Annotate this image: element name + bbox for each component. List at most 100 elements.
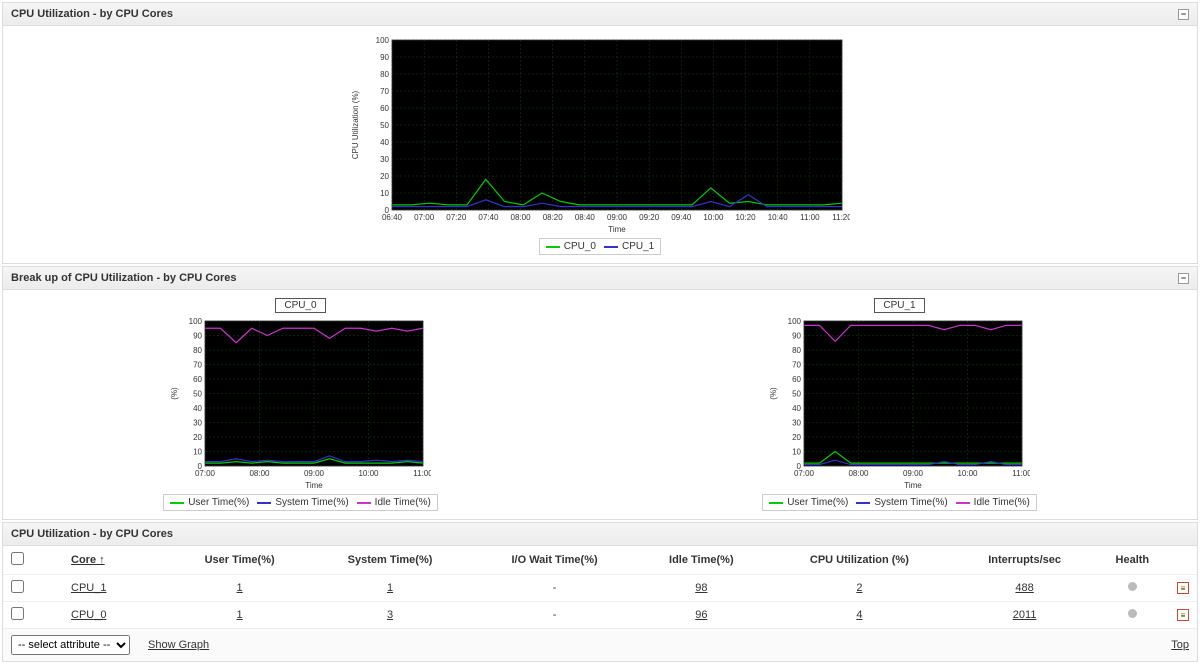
svg-text:09:00: 09:00 <box>607 213 628 222</box>
svg-text:11:00: 11:00 <box>1012 469 1030 478</box>
svg-text:09:00: 09:00 <box>303 469 324 478</box>
user-value[interactable]: 1 <box>237 582 243 594</box>
legend-cpu0: CPU_0 <box>564 241 596 252</box>
svg-text:09:40: 09:40 <box>671 213 692 222</box>
panel-breakup: Break up of CPU Utilization - by CPU Cor… <box>2 266 1198 520</box>
header-user: User Time(%) <box>171 546 308 575</box>
svg-text:08:00: 08:00 <box>249 469 270 478</box>
header-intr: Interrupts/sec <box>954 546 1096 575</box>
user-value[interactable]: 1 <box>237 609 243 621</box>
svg-text:11:20: 11:20 <box>832 213 850 222</box>
legend-cpu1: CPU_1 <box>622 241 654 252</box>
svg-text:20: 20 <box>380 172 389 181</box>
svg-text:10:00: 10:00 <box>957 469 978 478</box>
svg-text:70: 70 <box>380 87 389 96</box>
svg-text:30: 30 <box>792 419 801 428</box>
svg-text:40: 40 <box>193 404 202 413</box>
svg-text:20: 20 <box>193 433 202 442</box>
header-core[interactable]: Core ↑ <box>71 554 105 566</box>
svg-text:09:00: 09:00 <box>902 469 923 478</box>
panel-title: CPU Utilization - by CPU Cores <box>11 528 173 540</box>
svg-text:07:40: 07:40 <box>478 213 499 222</box>
util-value[interactable]: 4 <box>856 609 862 621</box>
svg-text:10:40: 10:40 <box>768 213 789 222</box>
svg-text:30: 30 <box>380 155 389 164</box>
show-graph-link[interactable]: Show Graph <box>148 639 209 651</box>
svg-text:90: 90 <box>792 332 801 341</box>
row-checkbox[interactable] <box>11 607 24 620</box>
collapse-icon[interactable]: − <box>1178 273 1189 284</box>
svg-text:10: 10 <box>792 448 801 457</box>
svg-text:90: 90 <box>380 53 389 62</box>
top-link[interactable]: Top <box>1171 639 1189 651</box>
svg-text:(%): (%) <box>770 387 778 400</box>
svg-text:20: 20 <box>792 433 801 442</box>
svg-text:11:00: 11:00 <box>800 213 820 222</box>
idle-value[interactable]: 98 <box>695 582 707 594</box>
intr-value[interactable]: 488 <box>1015 582 1033 594</box>
cpu-table: Core ↑ User Time(%) System Time(%) I/O W… <box>3 546 1197 628</box>
legend-cpu0-detail: User Time(%) System Time(%) Idle Time(%) <box>163 494 438 511</box>
svg-text:07:20: 07:20 <box>446 213 467 222</box>
core-link[interactable]: CPU_0 <box>71 609 106 621</box>
svg-text:100: 100 <box>376 36 390 45</box>
svg-text:08:20: 08:20 <box>543 213 564 222</box>
svg-text:08:40: 08:40 <box>575 213 596 222</box>
chart-main: 010203040506070809010006:4007:0007:2007:… <box>350 34 850 234</box>
panel-title: Break up of CPU Utilization - by CPU Cor… <box>11 272 237 284</box>
header-util: CPU Utilization (%) <box>765 546 953 575</box>
select-all-checkbox[interactable] <box>11 552 24 565</box>
svg-text:100: 100 <box>787 317 801 326</box>
svg-text:30: 30 <box>193 419 202 428</box>
svg-text:40: 40 <box>792 404 801 413</box>
idle-value[interactable]: 96 <box>695 609 707 621</box>
svg-text:CPU Utilization (%): CPU Utilization (%) <box>351 90 360 159</box>
header-health: Health <box>1096 546 1169 575</box>
legend-cpu1-detail: User Time(%) System Time(%) Idle Time(%) <box>762 494 1037 511</box>
svg-text:Time: Time <box>305 481 323 490</box>
health-dot <box>1128 582 1137 591</box>
system-value[interactable]: 3 <box>387 609 393 621</box>
svg-text:70: 70 <box>792 361 801 370</box>
svg-text:50: 50 <box>792 390 801 399</box>
util-value[interactable]: 2 <box>856 582 862 594</box>
health-dot <box>1128 609 1137 618</box>
header-iowait: I/O Wait Time(%) <box>472 546 638 575</box>
svg-text:50: 50 <box>380 121 389 130</box>
legend-main: CPU_0 CPU_1 <box>539 238 662 255</box>
svg-text:60: 60 <box>792 375 801 384</box>
svg-text:60: 60 <box>380 104 389 113</box>
svg-text:06:40: 06:40 <box>382 213 403 222</box>
svg-text:10: 10 <box>380 189 389 198</box>
row-action-icon[interactable]: ≡ <box>1177 609 1189 621</box>
core-link[interactable]: CPU_1 <box>71 582 106 594</box>
svg-text:07:00: 07:00 <box>793 469 814 478</box>
svg-text:60: 60 <box>193 375 202 384</box>
panel-table: CPU Utilization - by CPU Cores Core ↑ Us… <box>2 522 1198 662</box>
table-row: CPU_1 1 1 - 98 2 488 ≡ <box>3 575 1197 602</box>
svg-text:90: 90 <box>193 332 202 341</box>
intr-value[interactable]: 2011 <box>1013 609 1037 621</box>
system-value[interactable]: 1 <box>387 582 393 594</box>
svg-text:40: 40 <box>380 138 389 147</box>
svg-text:10:20: 10:20 <box>736 213 757 222</box>
svg-text:09:20: 09:20 <box>639 213 660 222</box>
table-row: CPU_013-9642011≡ <box>3 602 1197 629</box>
row-checkbox[interactable] <box>11 580 24 593</box>
collapse-icon[interactable]: − <box>1178 9 1189 20</box>
svg-text:10:00: 10:00 <box>703 213 724 222</box>
row-action-icon[interactable]: ≡ <box>1177 582 1189 594</box>
panel-cpu-utilization: CPU Utilization - by CPU Cores − 0102030… <box>2 2 1198 264</box>
svg-text:70: 70 <box>193 361 202 370</box>
svg-text:(%): (%) <box>171 387 179 400</box>
svg-text:07:00: 07:00 <box>194 469 215 478</box>
svg-text:08:00: 08:00 <box>848 469 869 478</box>
attribute-select[interactable]: -- select attribute -- <box>11 635 130 655</box>
svg-text:08:00: 08:00 <box>511 213 532 222</box>
svg-text:11:00: 11:00 <box>413 469 431 478</box>
svg-text:80: 80 <box>380 70 389 79</box>
chart-cpu1: 010203040506070809010007:0008:0009:0010:… <box>770 315 1030 490</box>
subchart-title-cpu0: CPU_0 <box>275 298 325 313</box>
iowait-value: - <box>472 575 638 602</box>
svg-text:80: 80 <box>193 346 202 355</box>
